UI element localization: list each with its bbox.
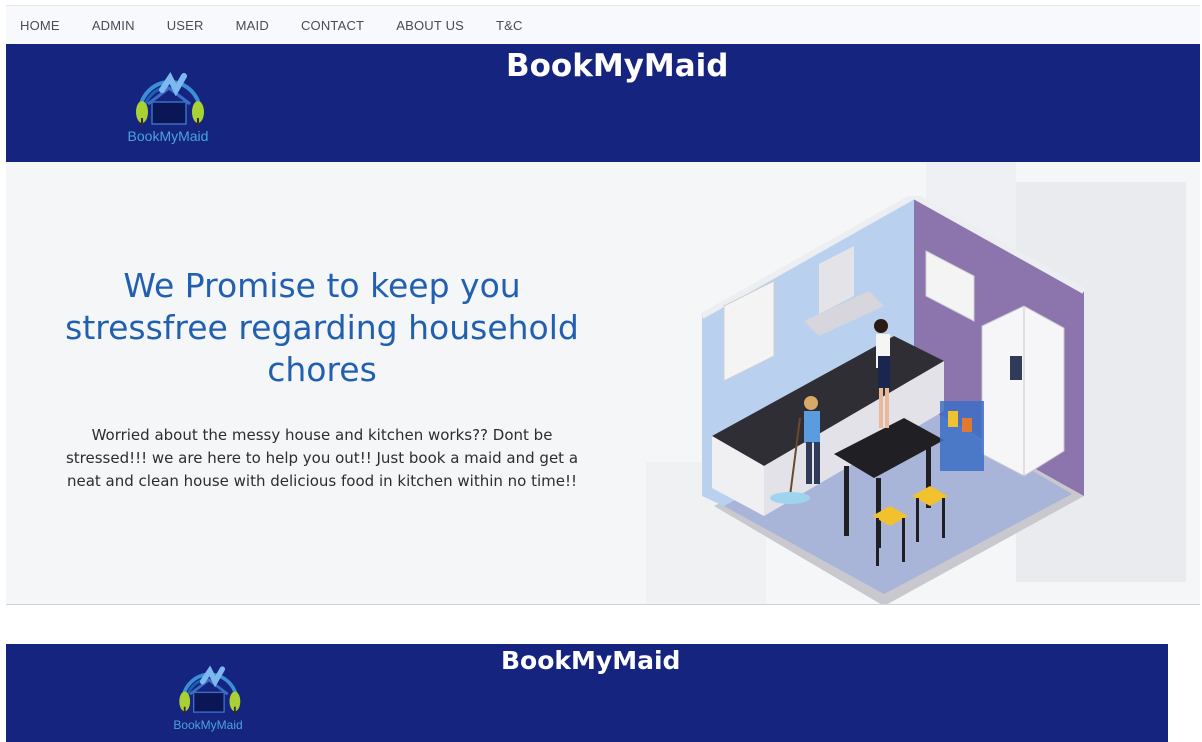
brand-logo[interactable]: BookMyMaid: [110, 60, 226, 146]
nav-link-home[interactable]: HOME: [20, 18, 60, 33]
nav-link-admin[interactable]: ADMIN: [92, 18, 135, 33]
nav-link-user[interactable]: USER: [167, 18, 204, 33]
site-title: BookMyMaid: [506, 48, 729, 84]
footer-brand-logo[interactable]: BookMyMaid: [156, 654, 260, 734]
footer-header: BookMyMaid BookMyMaid: [6, 644, 1168, 742]
nav-link-about-us[interactable]: ABOUT US: [396, 18, 464, 33]
logo-text: BookMyMaid: [127, 128, 209, 144]
house-tree-logo-icon: [136, 72, 204, 126]
nav-link-maid[interactable]: MAID: [236, 18, 269, 33]
house-tree-logo-icon: [179, 665, 241, 714]
hero-heading: We Promise to keep you stressfree regard…: [65, 266, 579, 389]
hero-section: We Promise to keep you stressfree regard…: [6, 162, 1200, 605]
site-header: BookMyMaid BookMyMaid: [6, 44, 1200, 162]
nav-link-tnc[interactable]: T&C: [496, 18, 523, 33]
nav-link-contact[interactable]: CONTACT: [301, 18, 364, 33]
top-navbar: HOME ADMIN USER MAID CONTACT ABOUT US T&…: [6, 5, 1200, 44]
footer-site-title: BookMyMaid: [501, 646, 681, 675]
footer-logo-text: BookMyMaid: [173, 718, 243, 732]
kitchen-maid-illustration-icon: [700, 196, 1086, 604]
hero-description: Worried about the messy house and kitche…: [65, 426, 579, 490]
